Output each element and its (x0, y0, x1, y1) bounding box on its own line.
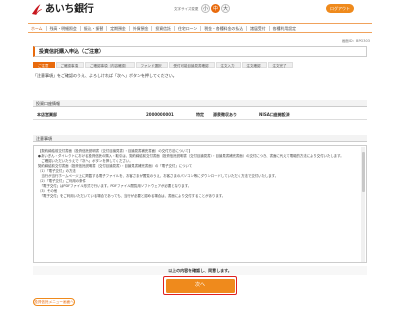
global-nav: ホーム 残高・明細照会 振込・振替 定期預金 外貨預金 投資信託 住宅ローン 税… (28, 23, 372, 33)
step-indicator: ご注意 ご確認事項 ご確認事項（内容確認） ファンド選択 受付可能目論見書確認 … (33, 62, 294, 68)
nav-item-transfer[interactable]: 振込・振替 (81, 25, 108, 31)
account-section-heading: 投資口座情報 (33, 100, 367, 107)
step-order-complete: 注文完了 (267, 62, 293, 68)
nav-item-foreign-deposit[interactable]: 外貨預金 (130, 25, 153, 31)
account-number: 2000000001 (146, 112, 174, 117)
account-row: 本店営業部 2000000001 特定 源泉徴収あり NISA口座開設済 (33, 110, 367, 120)
account-nisa: NISA口座開設済 (259, 112, 290, 117)
nav-item-balance[interactable]: 残高・明細照会 (47, 25, 81, 31)
nav-item-payments[interactable]: 税金・各種料金の払込 (201, 25, 248, 31)
bank-name[interactable]: あいち銀行 (45, 4, 94, 17)
page-title: 投資信託購入申込（ご注意） (33, 46, 367, 57)
nav-item-settings[interactable]: 各種利用設定 (270, 26, 299, 31)
step-notice: ご注意 (33, 62, 55, 68)
logout-button[interactable]: ログアウト (326, 4, 354, 13)
font-size-medium-button[interactable]: 中 (211, 4, 220, 13)
account-withholding: 源泉徴収あり (213, 112, 237, 117)
notes-line: ご確認いただいたうえで「次へ」ボタンを押してください。 (38, 158, 133, 163)
notes-section-heading: 注意事項 (33, 135, 367, 142)
font-size-small-button[interactable]: 小 (201, 4, 210, 13)
nav-item-investment-trust[interactable]: 投資信託 (152, 25, 175, 31)
notes-line: （2）「電子交付」ご利用の条件 (38, 178, 86, 183)
next-button-highlight: 次へ (163, 276, 237, 295)
screen-id: 画面ID：BPO303 (341, 39, 370, 43)
notes-line: 当行が当行ホームページ上に掲載する電子ファイルを、お客さまが閲覧のうえ、お客さま… (38, 173, 279, 178)
account-type: 特定 (196, 112, 204, 117)
step-confirm-content: ご確認事項（内容確認） (85, 62, 135, 68)
notes-line: 契約締結前交付書面（投資信託説明書（交付目論見書）・目論見書補完書面）の「電子交… (38, 163, 193, 168)
header: あいち銀行 文字サイズ変更 小 中 大 ログアウト (0, 0, 400, 22)
nav-item-housing-loan[interactable]: 住宅ローン (175, 25, 202, 31)
notes-line: 【契約締結前交付書面（投資信託説明書（交付目論見書）・目論見書補完書面）の交付方… (38, 149, 193, 153)
notes-line: （3）その他 (38, 188, 58, 193)
confirm-message: 以上の内容を確認し、同意します。 (33, 266, 367, 275)
notes-scroll-box[interactable]: 【契約締結前交付書面（投資信託説明書（交付目論見書）・目論見書補完書面）の交付方… (33, 145, 367, 263)
nav-item-notifications[interactable]: 諸届受付 (247, 25, 270, 31)
instruction-text: 「注意事項」をご確認のうえ、よろしければ「次へ」ボタンを押してください。 (33, 73, 177, 78)
notes-line: （1）「電子交付」の方法 (38, 168, 76, 173)
step-order-confirm: 注文確認 (241, 62, 267, 68)
bank-logo-icon[interactable] (30, 3, 43, 16)
nav-item-home[interactable]: ホーム (28, 25, 47, 31)
font-size-large-button[interactable]: 大 (221, 4, 230, 13)
next-button[interactable]: 次へ (165, 278, 235, 293)
notes-scroll-thumb[interactable] (361, 152, 365, 192)
notes-line: 「電子交付」をご利用いただいている場合であっても、当行が必要と認める場合は、書面… (38, 193, 226, 198)
notes-line: ●あいぎん・ダイレクトにおける投資信託の購入・取引は、契約締結前交付書面（投資信… (38, 153, 344, 158)
step-confirm-items: ご確認事項 (55, 62, 84, 68)
step-prospectus: 受付可能目論見書確認 (168, 62, 215, 68)
notes-line: 「電子交付」はPDFファイル形式で行います。PDFファイル閲覧用ソフトウェアが必… (38, 183, 192, 188)
account-branch: 本店営業部 (37, 112, 57, 117)
font-size-label: 文字サイズ変更 (174, 7, 199, 11)
step-fund-select: ファンド選択 (135, 62, 168, 68)
step-order-input: 注文入力 (215, 62, 241, 68)
nav-item-time-deposit[interactable]: 定期預金 (107, 25, 130, 31)
back-to-menu-button[interactable]: 投資信託メニュー画面へ (33, 298, 75, 306)
